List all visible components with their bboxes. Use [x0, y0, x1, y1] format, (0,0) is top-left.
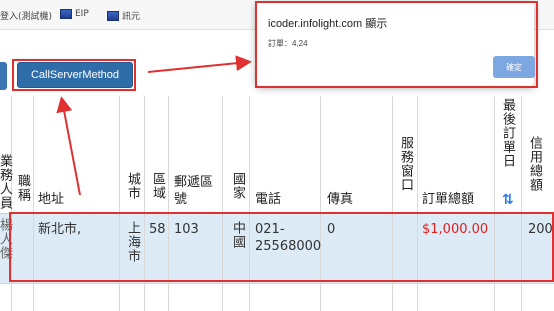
- toolbar-button-partial[interactable]: [0, 62, 7, 90]
- header-city[interactable]: 城市: [124, 172, 141, 200]
- cell-address: 新北市,: [38, 222, 82, 237]
- call-server-method-button[interactable]: CallServerMethod: [17, 62, 133, 88]
- dialog-message: 訂單：4,24: [268, 39, 308, 48]
- header-salesperson[interactable]: 業務人員: [0, 154, 13, 210]
- cell-region: 58: [149, 222, 166, 237]
- header-region[interactable]: 區域: [149, 172, 166, 200]
- header-address[interactable]: 地址: [38, 191, 64, 208]
- bookmark-eip[interactable]: EIP: [60, 9, 89, 19]
- cell-order-total: $1,000.00: [422, 222, 489, 237]
- header-fax[interactable]: 傳真: [327, 191, 353, 208]
- bookmark-label: EIP: [75, 9, 89, 19]
- header-phone[interactable]: 電話: [255, 191, 281, 208]
- cell-country: 中國: [230, 221, 245, 249]
- header-order-total[interactable]: 訂單總額: [422, 191, 474, 208]
- header-service-window[interactable]: 服務窗口: [397, 136, 414, 192]
- page-icon: [60, 9, 72, 19]
- header-credit-total[interactable]: 信用總額: [526, 136, 543, 192]
- bookmark-label: 登入(測試機): [0, 12, 53, 22]
- header-title[interactable]: 職稱: [14, 174, 31, 202]
- header-postal-code[interactable]: 郵遞區號: [174, 174, 220, 208]
- bookmark-xunyuan[interactable]: 訊元: [107, 9, 140, 22]
- header-last-order-date[interactable]: 最後訂單日: [499, 98, 516, 168]
- orders-grid: 業務人員 職稱 地址 城市 區域 郵遞區號 國家 電話 傳真 服務窗口 訂單總額…: [0, 96, 554, 311]
- bookmark-label: 訊元: [122, 12, 141, 22]
- sort-arrows-icon[interactable]: ⇅: [502, 192, 514, 208]
- cell-city: 上海市: [125, 221, 140, 263]
- cell-phone: 021-25568000: [255, 222, 322, 254]
- page-icon: [107, 10, 119, 21]
- bookmark-login[interactable]: 登入(測試機): [0, 9, 52, 22]
- cell-fax: 0: [327, 222, 336, 237]
- cell-postal-code: 103: [174, 222, 199, 237]
- ok-button[interactable]: 確定: [493, 56, 535, 78]
- cell-credit-total: 200: [528, 222, 553, 237]
- alert-dialog: icoder.infolight.com 顯示 訂單：4,24 確定: [256, 2, 535, 86]
- header-country[interactable]: 國家: [229, 172, 246, 200]
- cell-salesperson: 楊人傑: [0, 218, 12, 260]
- dialog-title: icoder.infolight.com 顯示: [268, 18, 388, 30]
